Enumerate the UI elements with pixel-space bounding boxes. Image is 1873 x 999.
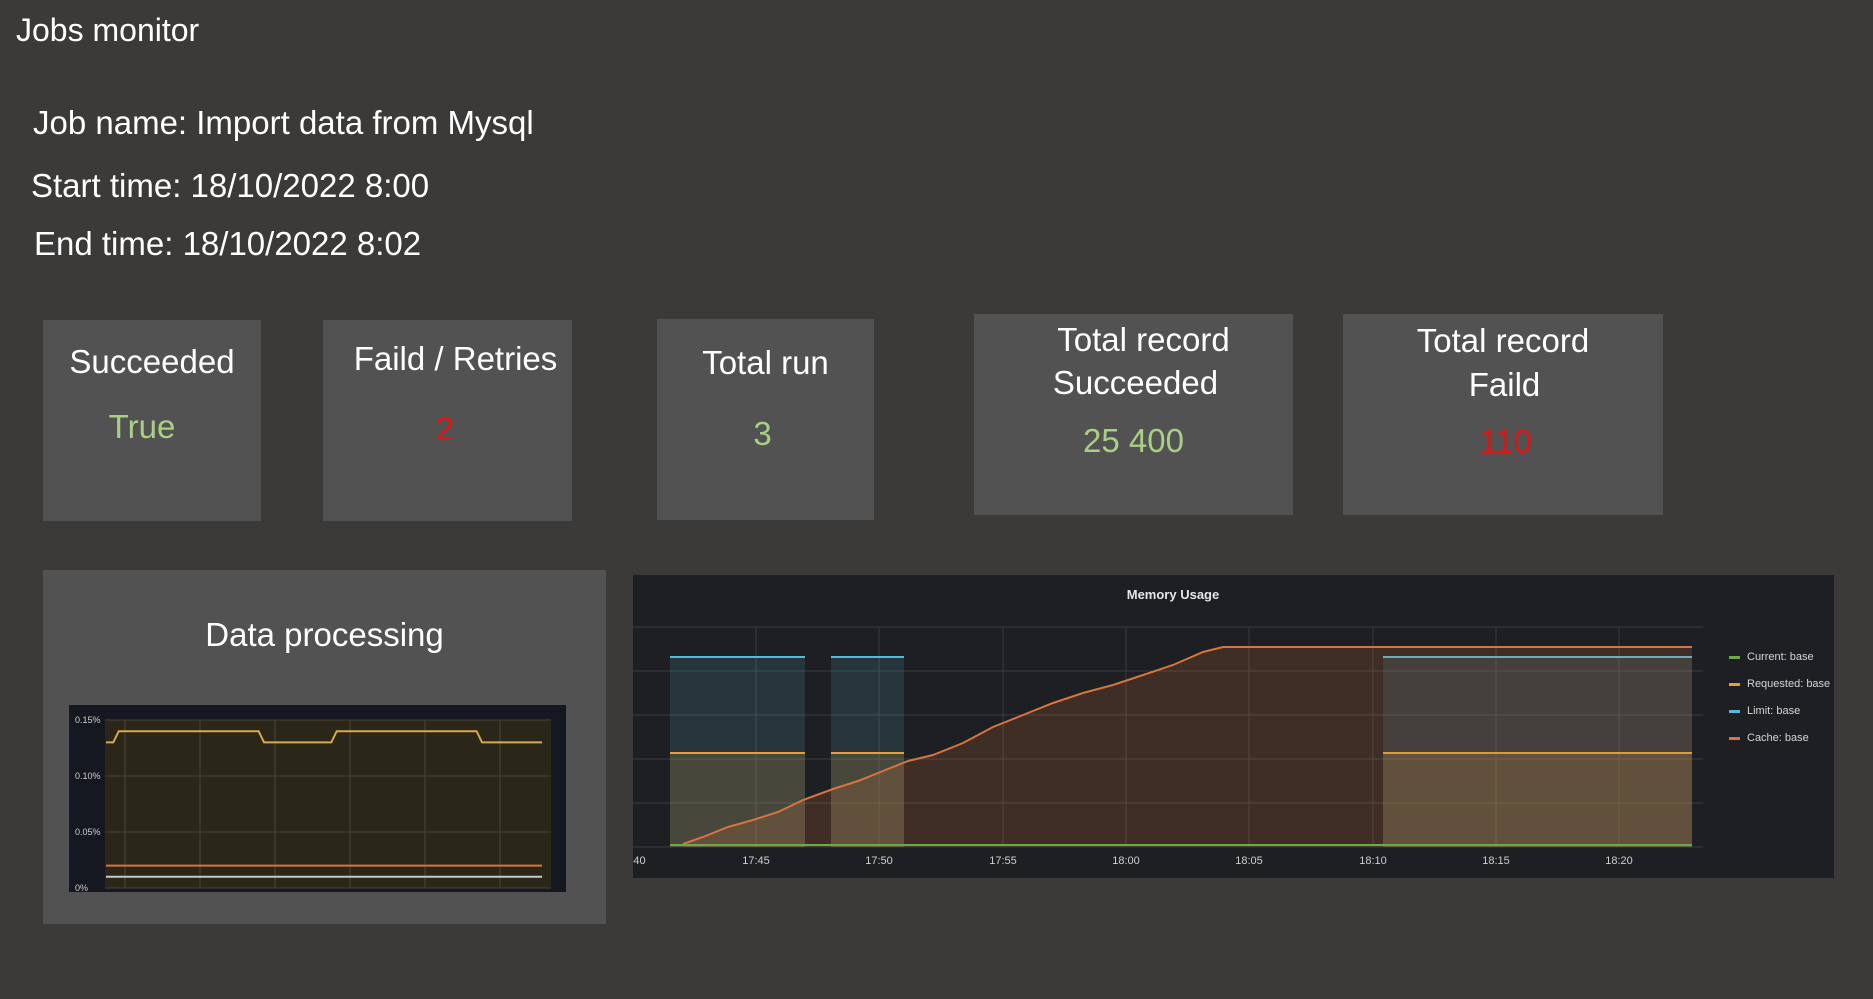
mem-x-tick-label: 17:55 bbox=[989, 855, 1017, 867]
mem-x-tick-label: 17:50 bbox=[865, 855, 893, 867]
data-processing-panel: Data processing 0% 0.05% 0.10% 0.15% bbox=[43, 570, 606, 924]
memory-usage-chart-svg: :40 17:45 17:50 17:55 18:00 18:05 18:10 18:15 18… bbox=[633, 626, 1703, 867]
mini-y-tick-label: 0.05% bbox=[75, 827, 101, 837]
legend-cache[interactable]: Cache: base bbox=[1729, 732, 1809, 744]
card-failed-retries-value: 2 bbox=[435, 410, 454, 447]
mem-x-tick-label: 18:00 bbox=[1112, 855, 1140, 867]
card-records-succeeded-label-1: Total record bbox=[1057, 321, 1230, 358]
card-total-run-value: 3 bbox=[753, 415, 772, 452]
card-failed-retries: Faild / Retries 2 bbox=[323, 320, 572, 521]
card-records-succeeded: Total record Succeeded 25 400 bbox=[974, 314, 1293, 515]
data-processing-chart-svg: 0% 0.05% 0.10% 0.15% bbox=[75, 715, 576, 893]
card-records-failed-label-1: Total record bbox=[1416, 322, 1590, 359]
mem-x-tick-label: 18:20 bbox=[1605, 855, 1633, 867]
mini-y-tick-label: 0% bbox=[75, 883, 88, 892]
mem-x-tick-label: 17:45 bbox=[742, 855, 770, 867]
card-succeeded-value: True bbox=[108, 408, 176, 445]
job-start-time: Start time: 18/10/2022 8:00 bbox=[31, 167, 430, 204]
memory-usage-panel: Memory Usage :4017:4517:5017:5518:0018:0… bbox=[633, 575, 1834, 878]
data-processing-title: Data processing bbox=[205, 616, 444, 653]
legend-cache-swatch bbox=[1729, 736, 1740, 740]
mini-y-tick-label: 0.15% bbox=[75, 715, 101, 725]
legend-requested-swatch bbox=[1729, 682, 1740, 686]
mem-x-tick-label: :40 bbox=[633, 855, 646, 867]
card-failed-retries-label: Faild / Retries bbox=[353, 340, 558, 377]
card-records-failed: Total record Faild 110 bbox=[1343, 314, 1663, 515]
legend-requested[interactable]: Requested: base bbox=[1729, 678, 1830, 690]
mini-plot-bg bbox=[105, 720, 551, 888]
mem-x-tick-label: 18:05 bbox=[1235, 855, 1263, 867]
legend-current[interactable]: Current: base bbox=[1729, 651, 1814, 663]
card-succeeded-label: Succeeded bbox=[69, 343, 235, 380]
card-succeeded: Succeeded True bbox=[43, 320, 261, 521]
job-name: Job name: Import data from Mysql bbox=[33, 104, 534, 141]
card-records-succeeded-label-2: Succeeded bbox=[1052, 364, 1219, 401]
legend-requested-label: Requested: base bbox=[1747, 678, 1831, 690]
card-records-failed-value: 110 bbox=[1479, 423, 1532, 460]
legend-cache-label: Cache: base bbox=[1747, 732, 1809, 744]
legend-limit[interactable]: Limit: base bbox=[1729, 705, 1800, 717]
card-total-run: Total run 3 bbox=[657, 319, 874, 520]
job-end-time: End time: 18/10/2022 8:02 bbox=[34, 225, 422, 262]
card-records-succeeded-value: 25 400 bbox=[1083, 422, 1184, 459]
page-title: Jobs monitor bbox=[16, 12, 200, 48]
card-records-failed-label-2: Faild bbox=[1468, 366, 1541, 403]
legend-current-label: Current: base bbox=[1747, 651, 1814, 663]
mem-x-tick-label: 18:15 bbox=[1482, 855, 1510, 867]
card-total-run-label: Total run bbox=[702, 344, 829, 381]
legend-current-swatch bbox=[1729, 655, 1740, 659]
mini-y-tick-label: 0.10% bbox=[75, 771, 101, 781]
data-processing-chart: 0% 0.05% 0.10% 0.15% bbox=[69, 705, 576, 893]
mem-x-tick-label: 18:10 bbox=[1359, 855, 1387, 867]
legend-limit-swatch bbox=[1729, 709, 1740, 713]
legend-limit-label: Limit: base bbox=[1747, 705, 1801, 717]
